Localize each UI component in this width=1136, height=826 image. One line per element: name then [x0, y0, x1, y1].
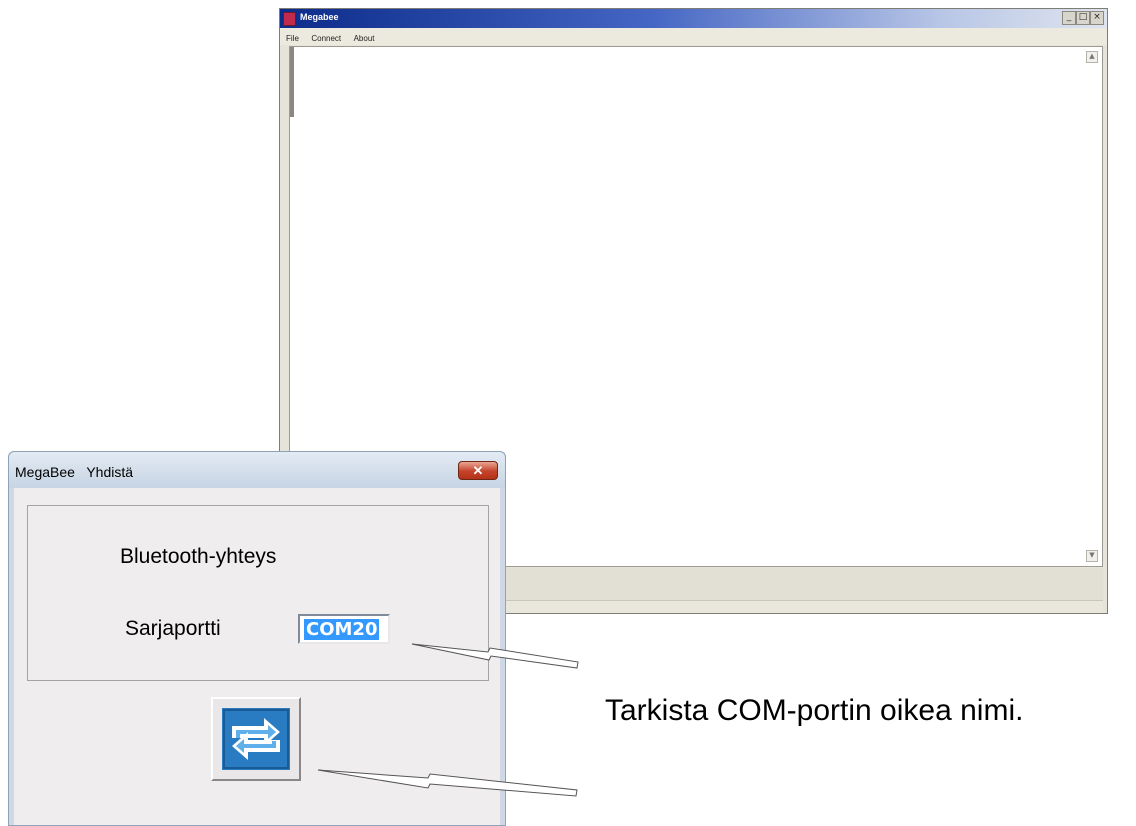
serial-port-label: Sarjaportti	[125, 617, 221, 640]
group-label-bluetooth: Bluetooth-yhteys	[120, 545, 277, 568]
connect-dialog: MegaBee Yhdistä ✕ Bluetooth-yhteys Sarja…	[8, 451, 506, 826]
dialog-title: MegaBee Yhdistä	[15, 464, 134, 480]
dialog-titlebar[interactable]: MegaBee Yhdistä ✕	[9, 452, 505, 488]
swap-arrows-icon	[222, 708, 290, 770]
menu-file[interactable]: File	[280, 30, 303, 43]
serial-port-value: COM20	[304, 619, 380, 640]
connect-button[interactable]	[211, 697, 301, 781]
annotation-text: Tarkista COM-portin oikea nimi.	[605, 694, 1024, 727]
minimize-button[interactable]: _	[1062, 11, 1076, 25]
left-strip	[290, 47, 294, 117]
menu-connect[interactable]: Connect	[307, 30, 345, 43]
scroll-down-arrow-icon[interactable]: ▼	[1086, 550, 1098, 562]
serial-port-input[interactable]: COM20	[298, 614, 390, 644]
dialog-close-button[interactable]: ✕	[458, 461, 498, 480]
app-icon	[283, 12, 296, 26]
scroll-up-arrow-icon[interactable]: ▲	[1086, 51, 1098, 63]
main-titlebar[interactable]: Megabee _ □ ×	[280, 9, 1107, 28]
bluetooth-group-box: Bluetooth-yhteys Sarjaportti COM20	[27, 505, 489, 681]
main-menubar: File Connect About	[280, 28, 1107, 45]
main-window-title: Megabee	[300, 12, 339, 22]
close-button[interactable]: ×	[1090, 11, 1104, 25]
dialog-client-area: Bluetooth-yhteys Sarjaportti COM20	[14, 488, 500, 825]
menu-about[interactable]: About	[350, 30, 379, 43]
maximize-button[interactable]: □	[1076, 11, 1090, 25]
